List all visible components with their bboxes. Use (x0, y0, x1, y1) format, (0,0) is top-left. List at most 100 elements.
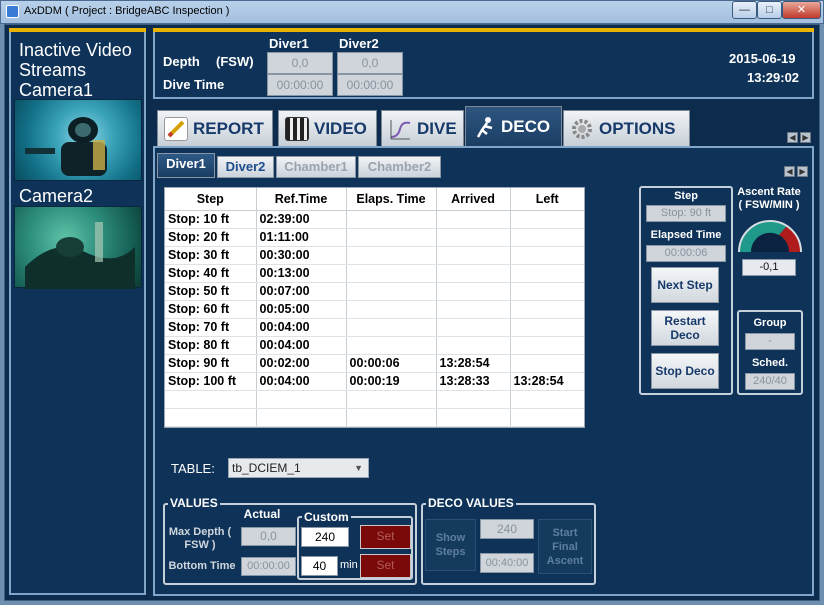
table-cell: 00:04:00 (256, 372, 347, 391)
table-row[interactable] (165, 390, 584, 409)
max-depth-custom-input[interactable]: 240 (301, 527, 349, 547)
tab-deco[interactable]: DECO (465, 106, 562, 146)
schedule-label: Sched. (751, 357, 789, 369)
diver-icon (472, 115, 496, 139)
camera2-video-feed[interactable] (14, 206, 142, 289)
table-cell: 00:00:06 (346, 354, 437, 373)
set-max-depth-button[interactable]: Set (360, 525, 411, 549)
diver2-dive-time: 00:00:00 (337, 74, 403, 96)
table-row[interactable]: Stop: 80 ft 00:04:00 (165, 336, 584, 355)
bottom-time-label: Bottom Time (168, 560, 236, 572)
video-icon (285, 116, 309, 141)
table-cell (256, 408, 347, 427)
next-step-button[interactable]: Next Step (651, 267, 719, 303)
subtab-scroll-left-icon[interactable]: ◀ (784, 166, 795, 177)
tab-scroll-left-icon[interactable]: ◀ (787, 132, 798, 143)
panel-accent-bar (153, 28, 814, 32)
maximize-button[interactable]: □ (757, 1, 782, 19)
tab-options-label: OPTIONS (599, 118, 676, 138)
tab-options[interactable]: OPTIONS (563, 110, 690, 146)
table-cell: 00:07:00 (256, 282, 347, 301)
table-cell: 00:30:00 (256, 246, 347, 265)
table-row[interactable] (165, 408, 584, 427)
minimize-button[interactable]: — (732, 1, 757, 19)
deco-depth-value: 240 (480, 519, 534, 539)
start-final-ascent-button[interactable]: Start Final Ascent (538, 519, 592, 574)
camera1-video-feed[interactable] (14, 99, 142, 181)
table-cell (256, 390, 347, 409)
tab-deco-label: DECO (501, 116, 551, 136)
table-row[interactable]: Stop: 50 ft 00:07:00 (165, 282, 584, 301)
depth-unit-label: (FSW) (216, 54, 254, 69)
table-cell: Stop: 80 ft (165, 336, 257, 355)
table-cell (436, 300, 511, 319)
table-cell (436, 264, 511, 283)
table-row[interactable]: Stop: 70 ft 00:04:00 (165, 318, 584, 337)
tab-scroll-right-icon[interactable]: ▶ (800, 132, 811, 143)
bottom-time-custom-input[interactable]: 40 (301, 556, 338, 576)
table-cell (510, 408, 584, 427)
table-cell (510, 354, 584, 373)
table-cell (436, 228, 511, 247)
minutes-unit-label: min (340, 559, 358, 571)
tab-report[interactable]: REPORT (157, 110, 273, 146)
table-cell (346, 210, 437, 229)
table-select-label: TABLE: (171, 461, 215, 476)
show-steps-button[interactable]: Show Steps (425, 519, 476, 571)
subtab-scroll-right-icon[interactable]: ▶ (797, 166, 808, 177)
deco-values-legend: DECO VALUES (426, 496, 516, 510)
table-cell (346, 336, 437, 355)
table-cell: Stop: 70 ft (165, 318, 257, 337)
column-header-step[interactable]: Step (165, 188, 257, 211)
stop-deco-button[interactable]: Stop Deco (651, 353, 719, 389)
table-row[interactable]: Stop: 40 ft 00:13:00 (165, 264, 584, 283)
set-bottom-time-button[interactable]: Set (360, 554, 411, 578)
table-cell (346, 390, 437, 409)
table-row[interactable]: Stop: 60 ft 00:05:00 (165, 300, 584, 319)
dive-time-label: Dive Time (163, 77, 225, 92)
current-date: 2015-06-19 (729, 51, 796, 66)
table-row[interactable]: Stop: 30 ft 00:30:00 (165, 246, 584, 265)
table-row[interactable]: Stop: 20 ft 01:11:00 (165, 228, 584, 247)
column-header-left[interactable]: Left (510, 188, 584, 211)
column-header-ref-time[interactable]: Ref.Time (256, 188, 347, 211)
column-header-elapsed-time[interactable]: Elaps. Time (346, 188, 437, 211)
schedule-value: 240/40 (745, 373, 795, 390)
table-cell: 00:05:00 (256, 300, 347, 319)
subtab-chamber1[interactable]: Chamber1 (276, 156, 356, 178)
panel-accent-bar (9, 28, 146, 32)
subtab-diver1[interactable]: Diver1 (157, 153, 215, 178)
table-cell (510, 282, 584, 301)
tab-dive-label: DIVE (417, 118, 457, 138)
tab-video-label: VIDEO (314, 118, 367, 138)
table-cell: 01:11:00 (256, 228, 347, 247)
table-cell (436, 336, 511, 355)
table-cell: 13:28:54 (436, 354, 511, 373)
column-header-arrived[interactable]: Arrived (436, 188, 511, 211)
table-row[interactable]: Stop: 10 ft 02:39:00 (165, 210, 584, 229)
tab-dive[interactable]: DIVE (381, 110, 464, 146)
table-row[interactable]: Stop: 90 ft 00:02:00 00:00:06 13:28:54 (165, 354, 584, 373)
table-cell (346, 318, 437, 337)
restart-deco-button[interactable]: Restart Deco (651, 310, 719, 346)
table-cell (510, 336, 584, 355)
table-row[interactable]: Stop: 100 ft 00:04:00 00:00:19 13:28:33 13:2… (165, 372, 584, 391)
subtab-chamber2[interactable]: Chamber2 (358, 156, 441, 178)
ascent-rate-label: Ascent Rate ( FSW/MIN ) (737, 186, 801, 211)
table-select-dropdown[interactable]: tb_DCIEM_1 ▼ (228, 458, 369, 478)
table-cell (510, 228, 584, 247)
bottom-time-actual-value: 00:00:00 (241, 557, 296, 576)
table-cell: Stop: 90 ft (165, 354, 257, 373)
table-cell: 00:02:00 (256, 354, 347, 373)
tab-video[interactable]: VIDEO (278, 110, 377, 146)
close-button[interactable]: ✕ (782, 1, 821, 19)
table-cell: 13:28:33 (436, 372, 511, 391)
custom-legend: Custom (302, 510, 351, 524)
diver2-depth-value: 0,0 (337, 52, 403, 74)
subtab-diver2[interactable]: Diver2 (217, 156, 274, 178)
report-icon (164, 116, 188, 141)
table-cell (510, 210, 584, 229)
underwater-structure-image (25, 222, 135, 289)
diver1-header: Diver1 (269, 36, 309, 51)
table-cell: Stop: 100 ft (165, 372, 257, 391)
